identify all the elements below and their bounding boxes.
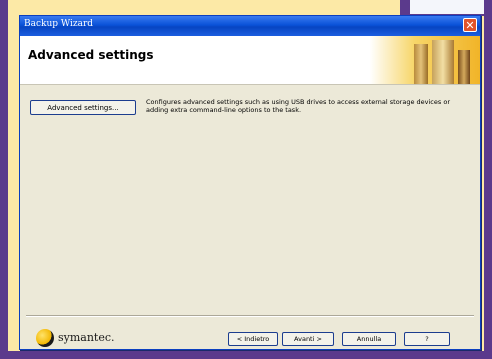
page-frame-right [484,0,492,359]
banner-pillar [458,50,470,84]
banner-pillar [414,44,428,84]
title-bar[interactable]: Backup Wizard ✕ [20,16,480,36]
symantec-logo-icon [36,329,54,347]
page-frame-left [0,0,8,359]
page-frame-top-right-panel [410,0,492,14]
window-title: Backup Wizard [24,19,94,29]
page-title: Advanced settings [28,48,154,62]
next-button[interactable]: Avanti > [282,332,334,346]
close-button[interactable]: ✕ [463,18,477,32]
advanced-settings-description: Configures advanced settings such as usi… [146,98,450,114]
page-frame-bottom [0,351,492,359]
banner-pillar [432,40,454,84]
cancel-button[interactable]: Annulla [342,332,396,346]
wizard-header: Advanced settings [20,36,480,85]
wizard-window: Backup Wizard ✕ Advanced settings Advanc… [19,15,481,350]
header-banner-image [370,36,480,84]
brand-logo-text: symantec. [58,331,115,344]
back-button[interactable]: < Indietro [228,332,278,346]
footer-divider [26,315,474,317]
advanced-settings-button[interactable]: Advanced settings... [30,100,136,115]
close-icon: ✕ [465,19,475,32]
help-button[interactable]: ? [404,332,450,346]
